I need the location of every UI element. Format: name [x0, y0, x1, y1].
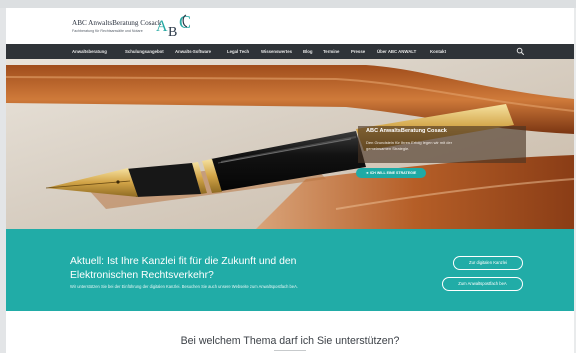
- strategy-cta-label: ICH WILL EINE STRATEGIE: [369, 171, 417, 175]
- announcement-subtext: Wir unterstützen Sie bei der Einführung …: [70, 284, 298, 289]
- website: ABC AnwaltsBeratung Cosack Fachberatung …: [6, 8, 574, 353]
- site-header: ABC AnwaltsBeratung Cosack Fachberatung …: [6, 8, 574, 44]
- announcement-headline-line-1: Aktuell: Ist Ihre Kanzlei fit für die Zu…: [70, 256, 297, 267]
- nav-item-schulungsangebot[interactable]: Schulungsangebot: [125, 44, 164, 59]
- svg-text:B: B: [168, 25, 177, 40]
- main-navigation: Anwaltsberatung Schulungsangebot Anwalts…: [6, 44, 574, 59]
- search-icon[interactable]: [516, 47, 525, 56]
- nav-item-presse[interactable]: Presse: [351, 44, 365, 59]
- announcement-band: Aktuell: Ist Ihre Kanzlei fit für die Zu…: [6, 229, 574, 311]
- announcement-headline-line-2: Elektronischen Rechtsverkehr?: [70, 270, 214, 281]
- svg-text:A: A: [156, 18, 168, 35]
- browser-viewport: ABC AnwaltsBeratung Cosack Fachberatung …: [0, 0, 576, 353]
- nav-item-legal-tech[interactable]: Legal Tech: [227, 44, 249, 59]
- nav-item-wissenswertes[interactable]: Wissenswertes: [261, 44, 292, 59]
- hero-text-line-1: Den Grundstein für Ihren Erfolg legen wi…: [366, 140, 453, 145]
- hero-text-line-2: gemeinsamen Strategie.: [366, 146, 410, 151]
- strategy-cta-button[interactable]: ➜ ICH WILL EINE STRATEGIE: [356, 168, 426, 178]
- topics-heading: Bei welchem Thema darf ich Sie unterstüt…: [180, 335, 400, 347]
- topics-section: Bei welchem Thema darf ich Sie unterstüt…: [6, 311, 574, 353]
- nav-item-ueber-abc-anwalt[interactable]: Über ABC ANWALT: [377, 44, 416, 59]
- top-strip: [0, 0, 576, 8]
- digital-kanzlei-button[interactable]: Zur digitalen Kanzlei: [453, 256, 523, 270]
- nav-item-blog[interactable]: Blog: [303, 44, 313, 59]
- nav-item-termine[interactable]: Termine: [323, 44, 339, 59]
- nav-item-kontakt[interactable]: Kontakt: [430, 44, 446, 59]
- abc-logo-icon: A B C: [156, 12, 191, 40]
- brand-name: ABC AnwaltsBeratung Cosack: [72, 19, 162, 27]
- anwaltspostfach-bea-button[interactable]: Zum Anwaltspostfach beA: [442, 277, 523, 291]
- brand-tagline: Fachberatung für Rechtsanwälte und Notar…: [72, 29, 143, 33]
- nav-item-anwaltsberatung[interactable]: Anwaltsberatung: [72, 44, 107, 59]
- nav-item-anwalts-software[interactable]: Anwalts-Software: [175, 44, 211, 59]
- heading-divider: [274, 350, 306, 351]
- hero-slider: ABC AnwaltsBeratung Cosack Den Grundstei…: [6, 59, 574, 229]
- hero-title: ABC AnwaltsBeratung Cosack: [366, 128, 447, 134]
